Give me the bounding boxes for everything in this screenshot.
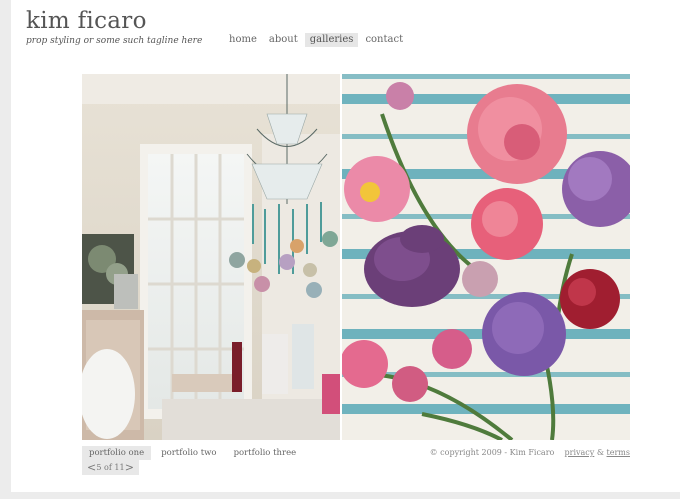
tab-portfolio-one[interactable]: portfolio one	[82, 446, 152, 460]
site-title[interactable]: kim ficaro	[26, 8, 147, 34]
bottom-border	[0, 492, 680, 499]
left-border	[0, 0, 11, 499]
tab-portfolio-three[interactable]: portfolio three	[227, 446, 304, 460]
terms-link[interactable]: terms	[607, 448, 630, 457]
nav-home[interactable]: home	[224, 33, 262, 47]
copyright-text: © copyright 2009 - Kim Ficaro	[429, 448, 555, 457]
footer: © copyright 2009 - Kim Ficaro privacy & …	[430, 448, 630, 457]
interior-chandelier-photo	[82, 74, 340, 440]
main-nav: home about galleries contact	[224, 33, 410, 47]
footer-ampersand: &	[596, 448, 604, 457]
flowers-photo	[342, 74, 630, 440]
image-counter: 5 of 11	[96, 463, 125, 472]
gallery-photo	[82, 74, 630, 440]
portfolio-tabs: portfolio one portfolio two portfolio th…	[82, 446, 306, 460]
image-pager: < 5 of 11 >	[82, 460, 139, 475]
privacy-link[interactable]: privacy	[565, 448, 595, 457]
nav-about[interactable]: about	[264, 33, 303, 47]
tab-portfolio-two[interactable]: portfolio two	[154, 446, 223, 460]
site-tagline: prop styling or some such tagline here	[26, 36, 203, 46]
nav-galleries[interactable]: galleries	[304, 33, 359, 47]
prev-arrow-icon[interactable]: <	[87, 460, 96, 475]
nav-contact[interactable]: contact	[360, 33, 408, 47]
next-arrow-icon[interactable]: >	[125, 460, 134, 475]
